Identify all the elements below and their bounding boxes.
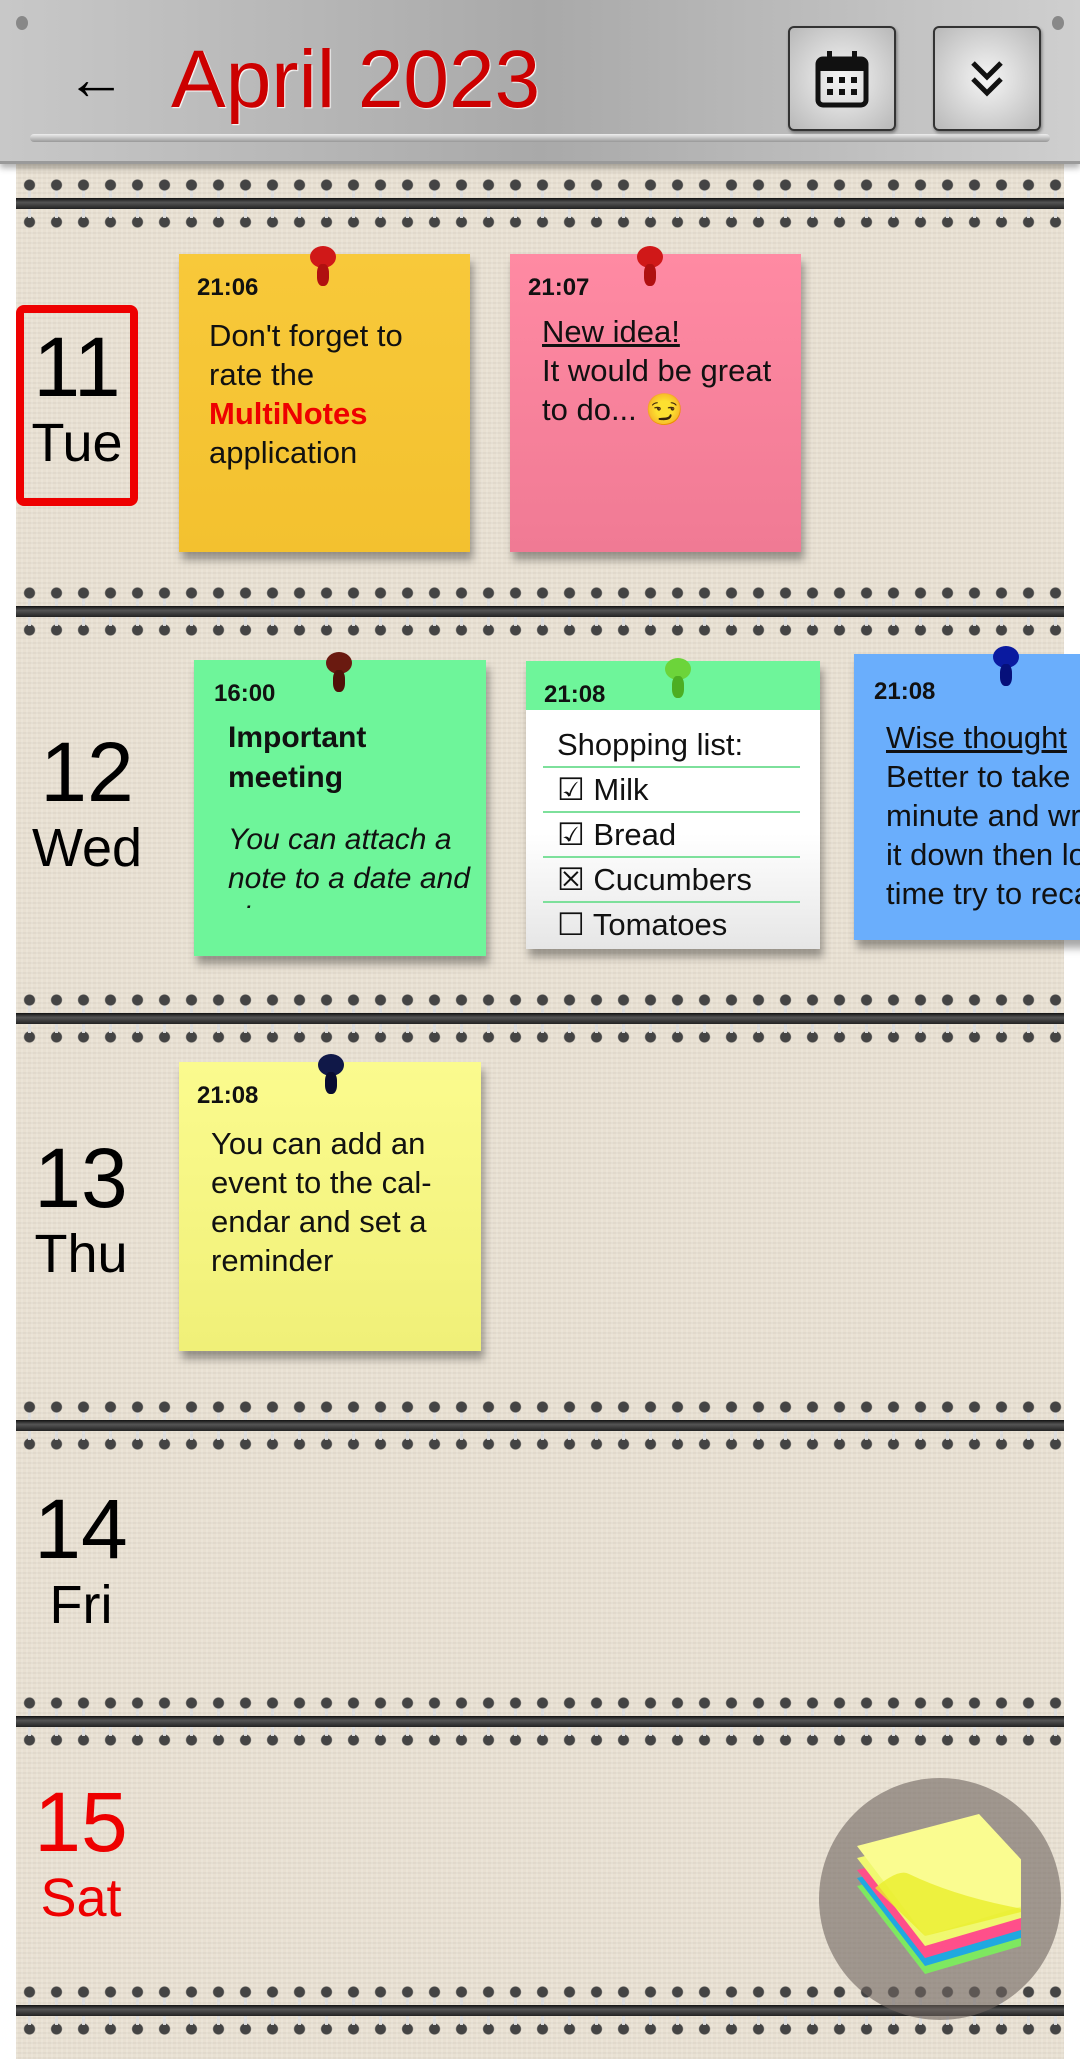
day-13[interactable]: 13 Thu [16, 1133, 146, 1285]
note-time: 21:08 [874, 678, 936, 705]
day-number: 15 [34, 1775, 128, 1869]
spiral-binding [16, 585, 1064, 638]
calendar-button[interactable] [788, 26, 896, 131]
pushpin-icon [637, 246, 663, 290]
note-time: 21:08 [544, 681, 606, 708]
note-text: Don't forget to rate the [209, 318, 403, 392]
pushpin-icon [993, 646, 1019, 690]
note-heading: Wise thought [886, 720, 1067, 755]
checklist-item[interactable]: ☑ Bread [543, 813, 800, 858]
spiral-binding [16, 177, 1064, 230]
weekday: Sat [40, 1868, 122, 1928]
sticky-note[interactable]: 21:08 Wise thought Better to take a minut… [854, 654, 1080, 940]
day-12[interactable]: 12 Wed [22, 727, 152, 879]
arrow-left-icon[interactable]: ← [66, 44, 126, 114]
double-chevron-down-icon [971, 60, 1003, 97]
checklist-item[interactable]: ☒ Cucumbers [543, 858, 800, 903]
note-body: Wise thought Better to take a minute and … [886, 718, 1080, 918]
weekday: Tue [31, 413, 123, 473]
pushpin-icon [665, 658, 691, 702]
spiral-binding [16, 992, 1064, 1045]
checklist-title: Shopping list: [543, 723, 800, 768]
screw-icon [16, 16, 28, 30]
note-text: You can add an event to the cal-endar an… [211, 1126, 432, 1278]
menu-button[interactable] [933, 26, 1041, 131]
day-15[interactable]: 15 Sat [16, 1777, 146, 1929]
note-highlight: MultiNotes [209, 396, 368, 431]
weekday: Wed [31, 818, 143, 878]
screw-icon [1052, 16, 1064, 30]
calendar-icon [815, 50, 869, 107]
note-text: You can attach a note to a date and view… [228, 823, 470, 908]
weekday: Thu [34, 1224, 128, 1284]
day-number: 13 [34, 1131, 128, 1225]
pushpin-icon [318, 1054, 344, 1098]
note-heading: Important meeting [228, 721, 367, 794]
sticky-note[interactable]: 16:00 Important meeting You can attach a … [194, 660, 486, 956]
weekday: Fri [49, 1575, 113, 1635]
add-note-button[interactable] [819, 1778, 1061, 2020]
sticky-notes-stack-icon [857, 1814, 1021, 1974]
note-text: Better to take a minute and write it dow… [886, 759, 1080, 911]
app-header: ← April 2023 [0, 0, 1080, 164]
checklist-item[interactable]: ☐ Tomatoes [543, 903, 800, 948]
shopping-list-note[interactable]: 21:08 Shopping list: ☑ Milk ☑ Bread ☒ Cu… [526, 661, 820, 949]
day-number: 11 [33, 320, 121, 414]
note-time: 21:07 [528, 274, 590, 301]
note-text: application [209, 435, 358, 470]
day-14[interactable]: 14 Fri [16, 1484, 146, 1636]
note-time: 21:08 [197, 1082, 259, 1109]
day-11[interactable]: 11 Tue [16, 322, 138, 474]
spiral-binding [16, 1399, 1064, 1452]
note-body: New idea! It would be great to do... 😏 [542, 312, 781, 429]
sticky-note[interactable]: 21:06 Don't forget to rate the MultiNotes… [179, 254, 470, 552]
sticky-note[interactable]: 21:07 New idea! It would be great to do..… [510, 254, 801, 552]
pushpin-icon [326, 652, 352, 696]
note-heading: New idea! [542, 314, 680, 349]
note-body: You can add an event to the cal-endar an… [211, 1124, 461, 1280]
note-body: Don't forget to rate the MultiNotes applic… [209, 316, 460, 472]
spiral-binding [16, 1695, 1064, 1748]
note-time: 16:00 [214, 680, 276, 707]
note-body: Important meeting You can attach a note t… [228, 718, 478, 908]
note-time: 21:06 [197, 274, 259, 301]
pushpin-icon [310, 246, 336, 290]
day-number: 14 [34, 1482, 128, 1576]
checklist-item[interactable]: ☑ Milk [543, 768, 800, 813]
header-rail [30, 134, 1050, 142]
page-title: April 2023 [171, 34, 541, 125]
checklist: Shopping list: ☑ Milk ☑ Bread ☒ Cucumber… [543, 723, 800, 948]
day-number: 12 [40, 725, 134, 819]
sticky-note[interactable]: 21:08 You can add an event to the cal-en… [179, 1062, 481, 1351]
note-text: It would be great to do... 😏 [542, 353, 772, 427]
